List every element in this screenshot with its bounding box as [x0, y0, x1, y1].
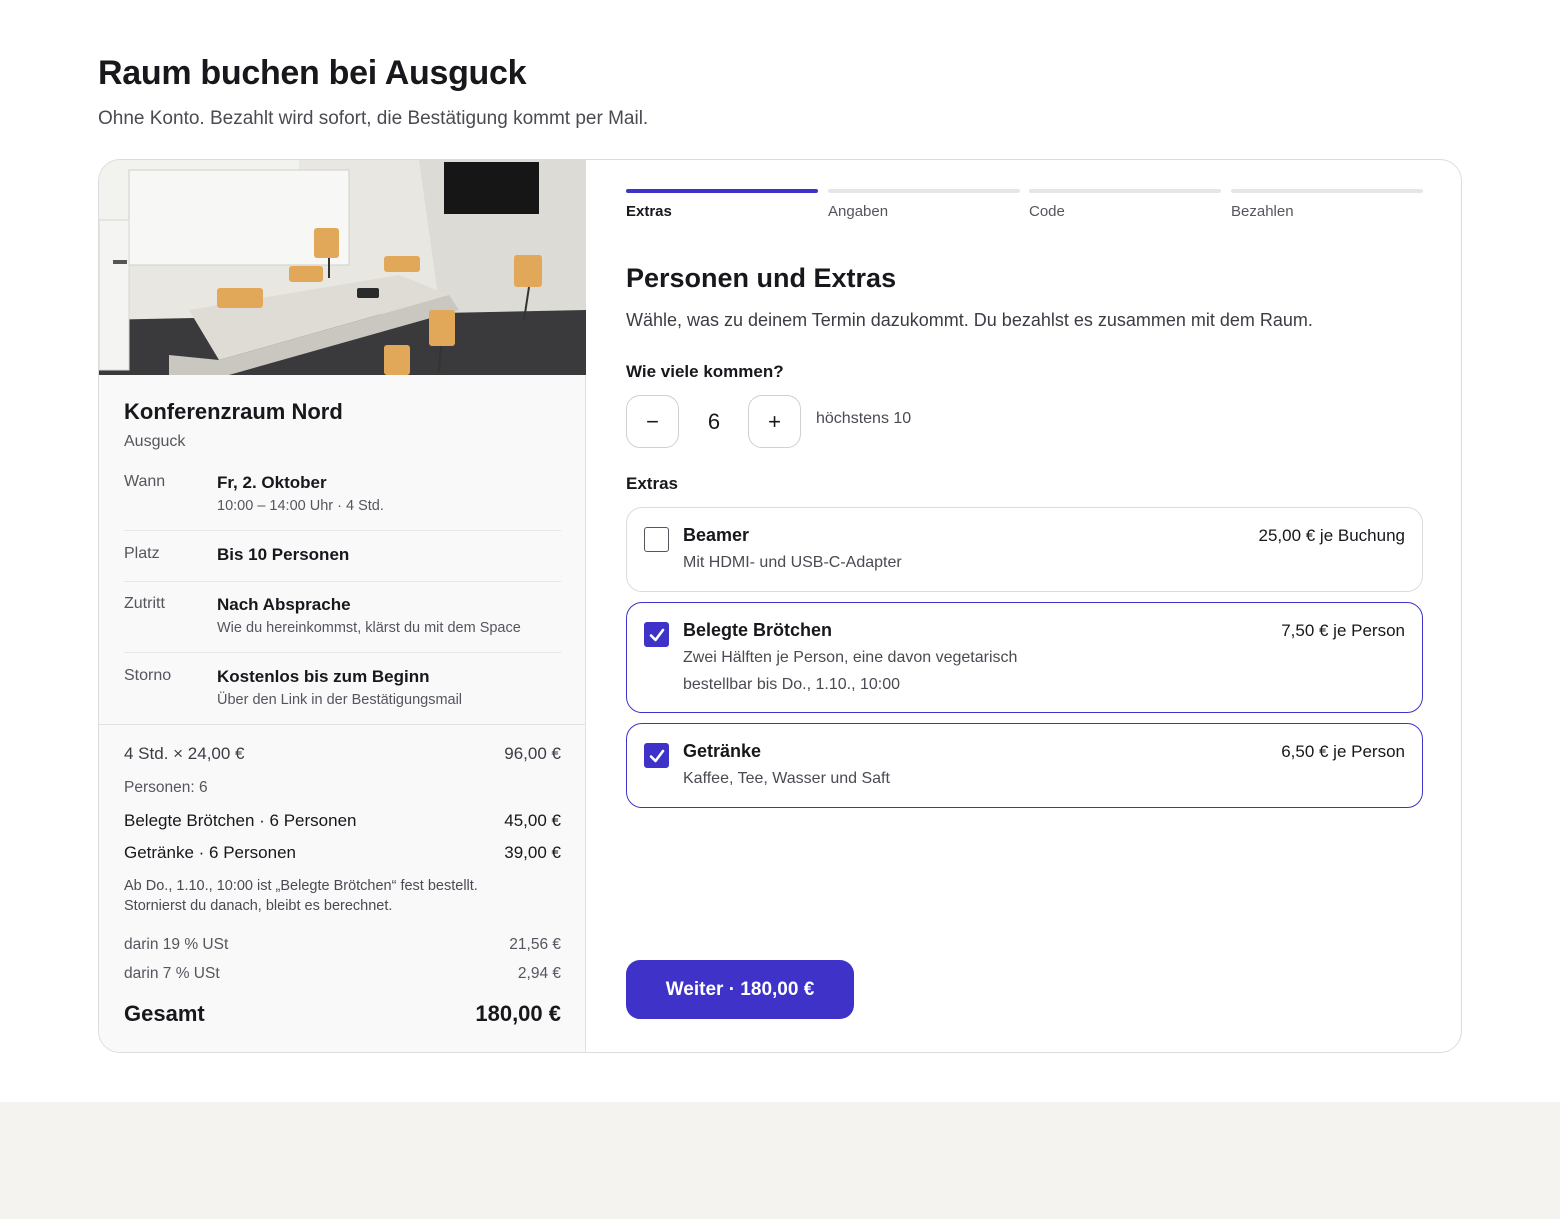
detail-label: Storno: [124, 667, 172, 684]
extra-option-rolls[interactable]: Belegte Brötchen 7,50 € je Person Zwei H…: [626, 602, 1423, 713]
price-line-value: 96,00 €: [504, 744, 561, 763]
detail-label: Platz: [124, 545, 160, 562]
summary-divider: [99, 724, 586, 725]
persons-question: Wie viele kommen?: [626, 362, 784, 381]
price-line-value: 45,00 €: [504, 811, 561, 830]
price-line-value: 39,00 €: [504, 843, 561, 862]
continue-button[interactable]: Weiter · 180,00 €: [626, 960, 854, 1019]
extra-option-drinks[interactable]: Getränke 6,50 € je Person Kaffee, Tee, W…: [626, 723, 1423, 808]
total-line: Gesamt 180,00 €: [124, 1001, 561, 1027]
extras-heading: Extras: [626, 474, 678, 493]
conference-room-illustration: [99, 160, 586, 375]
detail-label: Wann: [124, 473, 166, 490]
step-progress-bar: [626, 189, 818, 193]
booking-form-panel: Extras Angaben Code Bezahlen Personen un…: [586, 160, 1461, 1052]
price-line-base: 4 Std. × 24,00 € 96,00 €: [124, 744, 561, 764]
detail-main: Kostenlos bis zum Beginn: [217, 667, 430, 686]
step-label: Code: [1029, 203, 1065, 220]
check-icon: [649, 749, 664, 762]
tax-label: darin 7 % USt: [124, 965, 220, 982]
step-label: Extras: [626, 203, 672, 220]
detail-main: Fr, 2. Oktober: [217, 473, 327, 492]
price-line-label: 4 Std. × 24,00 €: [124, 744, 245, 763]
room-name: Konferenzraum Nord: [124, 399, 343, 424]
note-line: Ab Do., 1.10., 10:00 ist „Belegte Brötch…: [124, 878, 478, 894]
booking-card: Konferenzraum Nord Ausguck Wann Fr, 2. O…: [98, 159, 1462, 1053]
tax-line: darin 7 % USt 2,94 €: [124, 965, 561, 983]
increment-button[interactable]: +: [748, 395, 801, 448]
extra-order-deadline: bestellbar bis Do., 1.10., 10:00: [683, 676, 901, 693]
persons-count-label: Personen: 6: [124, 779, 208, 796]
step-label: Bezahlen: [1231, 203, 1294, 220]
extra-name: Beamer: [683, 525, 750, 545]
decrement-button[interactable]: −: [626, 395, 679, 448]
step-label: Angaben: [828, 203, 889, 220]
cancellation-note: Ab Do., 1.10., 10:00 ist „Belegte Brötch…: [124, 876, 561, 916]
extra-price: 7,50 € je Person: [1281, 621, 1405, 640]
detail-row-when: Wann Fr, 2. Oktober 10:00 – 14:00 Uhr · …: [124, 473, 561, 531]
extra-description: Zwei Hälften je Person, eine davon veget…: [683, 649, 1018, 666]
extra-option-beamer[interactable]: Beamer 25,00 € je Buchung Mit HDMI- und …: [626, 507, 1423, 592]
total-value: 180,00 €: [475, 1001, 561, 1026]
footer-band: [0, 1102, 1560, 1219]
extra-checkbox[interactable]: [644, 527, 669, 552]
extra-price: 25,00 € je Buchung: [1258, 526, 1405, 545]
note-line: Stornierst du danach, bleibt es berechne…: [124, 898, 393, 914]
extra-checkbox[interactable]: [644, 743, 669, 768]
section-title: Personen und Extras: [626, 263, 897, 293]
detail-sub: Über den Link in der Bestätigungsmail: [217, 692, 463, 708]
detail-sub: Wie du hereinkommst, klärst du mit dem S…: [217, 620, 521, 636]
detail-label: Zutritt: [124, 595, 165, 612]
persons-max-hint: höchstens 10: [816, 410, 912, 427]
page-subtitle: Ohne Konto. Bezahlt wird sofort, die Bes…: [98, 108, 649, 129]
total-label: Gesamt: [124, 1001, 205, 1026]
room-summary-panel: Konferenzraum Nord Ausguck Wann Fr, 2. O…: [99, 160, 586, 1052]
step-progress-bar: [1029, 189, 1221, 193]
detail-row-capacity: Platz Bis 10 Personen: [124, 545, 561, 582]
price-line-label: Belegte Brötchen · 6 Personen: [124, 811, 357, 830]
price-line-item: Belegte Brötchen · 6 Personen 45,00 €: [124, 811, 561, 831]
tax-value: 21,56 €: [509, 936, 561, 953]
section-description: Wähle, was zu deinem Termin dazukommt. D…: [626, 310, 1313, 330]
step-progress-bar: [828, 189, 1020, 193]
price-line-label: Getränke · 6 Personen: [124, 843, 296, 862]
detail-main: Bis 10 Personen: [217, 545, 350, 564]
extra-checkbox[interactable]: [644, 622, 669, 647]
detail-row-access: Zutritt Nach Absprache Wie du hereinkomm…: [124, 595, 561, 653]
step-progress-bar: [1231, 189, 1423, 193]
step-extras[interactable]: Extras: [626, 189, 818, 220]
room-photo: [99, 160, 586, 375]
room-venue: Ausguck: [124, 433, 186, 450]
extra-description: Kaffee, Tee, Wasser und Saft: [683, 770, 890, 787]
tax-value: 2,94 €: [517, 965, 561, 982]
tax-label: darin 19 % USt: [124, 936, 229, 953]
extra-price: 6,50 € je Person: [1281, 742, 1405, 761]
page-title: Raum buchen bei Ausguck: [98, 54, 527, 92]
persons-count-value: 6: [707, 408, 721, 434]
extra-name: Getränke: [683, 741, 762, 761]
price-line-item: Getränke · 6 Personen 39,00 €: [124, 843, 561, 863]
extra-description: Mit HDMI- und USB-C-Adapter: [683, 554, 902, 571]
persons-count-line: Personen: 6: [124, 779, 561, 797]
step-code[interactable]: Code: [1029, 189, 1221, 220]
plus-icon: +: [768, 408, 781, 434]
step-payment[interactable]: Bezahlen: [1231, 189, 1423, 220]
detail-sub: 10:00 – 14:00 Uhr · 4 Std.: [217, 498, 384, 514]
extra-name: Belegte Brötchen: [683, 620, 833, 640]
detail-row-cancellation: Storno Kostenlos bis zum Beginn Über den…: [124, 667, 561, 717]
minus-icon: −: [646, 408, 659, 434]
check-icon: [649, 628, 664, 641]
detail-main: Nach Absprache: [217, 595, 351, 614]
tax-line: darin 19 % USt 21,56 €: [124, 936, 561, 954]
step-details[interactable]: Angaben: [828, 189, 1020, 220]
